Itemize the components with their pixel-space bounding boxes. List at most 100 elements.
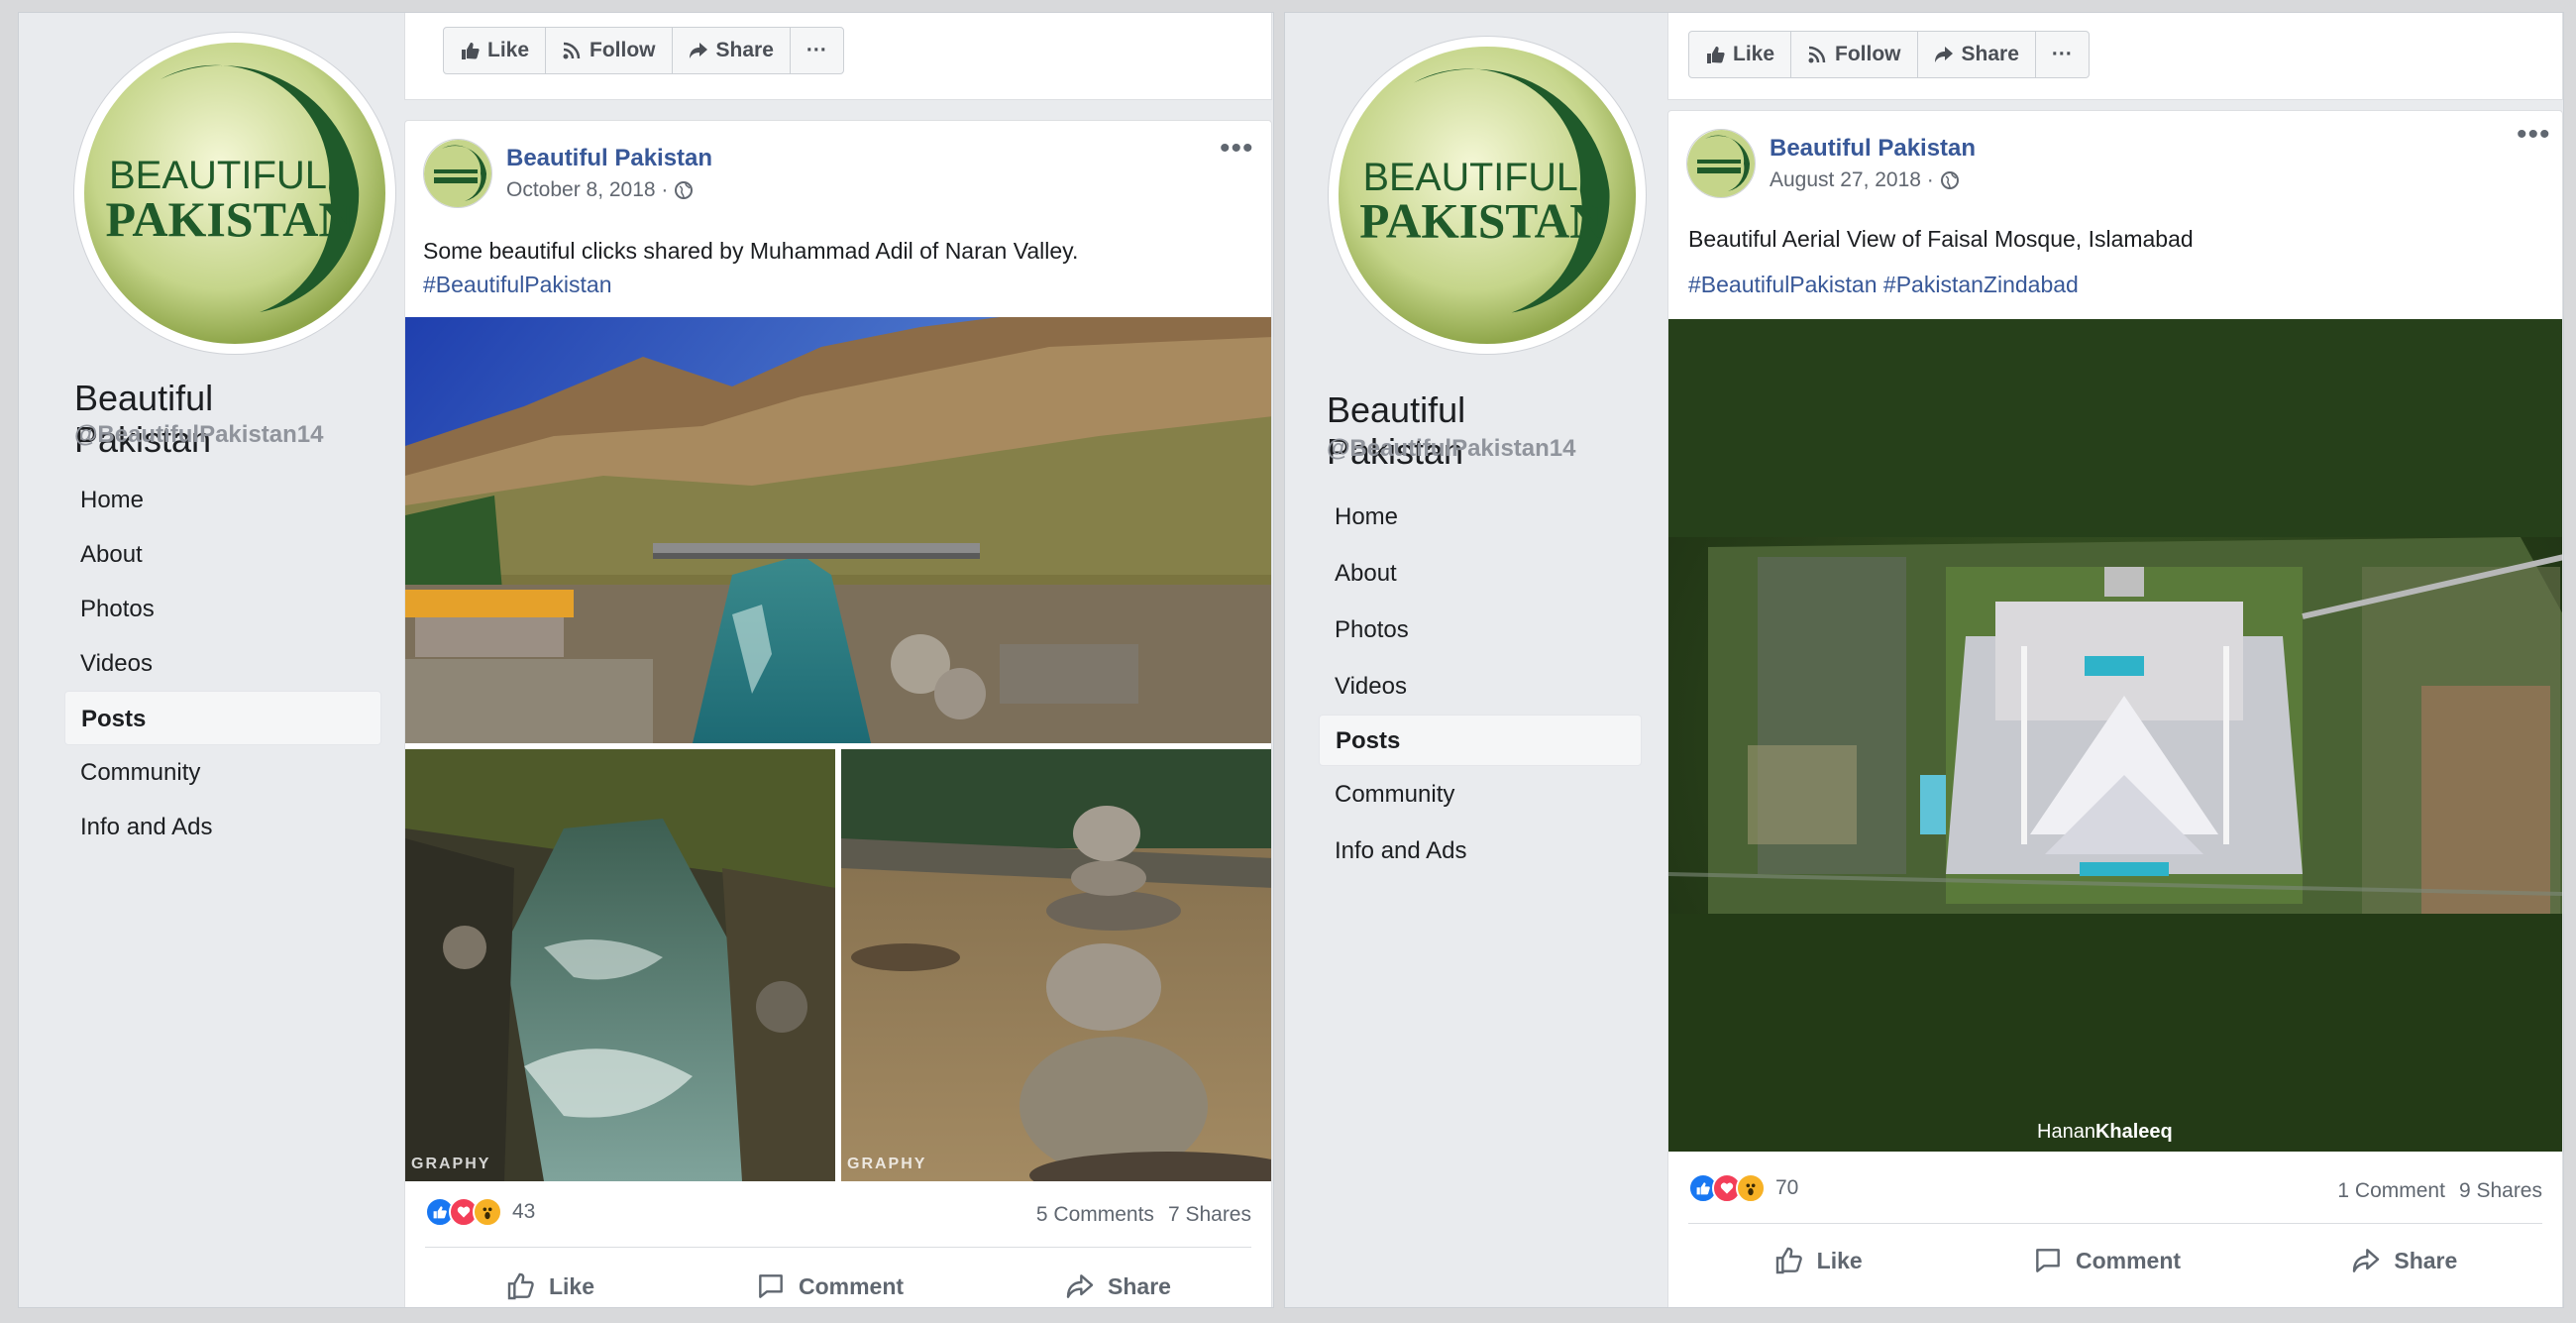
post-photo-river[interactable]: GRAPHY [405, 749, 835, 1181]
post-date-text: August 27, 2018 · [1770, 168, 1934, 191]
post-comment-button[interactable]: Comment [2032, 1235, 2181, 1286]
page-follow-button[interactable]: Follow [1790, 31, 1918, 78]
post-actions: Like Comment Share [1688, 1235, 2542, 1286]
share-arrow-icon [689, 43, 707, 58]
photo-watermark: GRAPHY [411, 1156, 491, 1172]
page-like-button[interactable]: Like [443, 27, 547, 74]
post-options-icon[interactable]: ••• [1220, 134, 1254, 164]
page-like-label: Like [487, 39, 530, 61]
post-author-name[interactable]: Beautiful Pakistan [1770, 135, 1976, 163]
reaction-count: 70 [1775, 1176, 1799, 1199]
photo-watermark: GRAPHY [847, 1156, 927, 1172]
comment-bubble-icon [759, 1274, 783, 1298]
post-text: Some beautiful clicks shared by Muhammad… [423, 238, 1079, 264]
post-share-label: Share [1108, 1272, 1171, 1299]
wow-reaction-icon [1736, 1173, 1766, 1203]
post-hashtags[interactable]: #BeautifulPakistan [423, 268, 612, 301]
page-handle[interactable]: @BeautifulPakistan14 [1327, 435, 1575, 463]
nav-item-photos[interactable]: Photos [1319, 602, 1642, 658]
thumbs-up-icon [1707, 47, 1725, 63]
beautiful-pakistan-logo-small [1687, 130, 1755, 197]
shares-count[interactable]: 9 Shares [2459, 1179, 2542, 1203]
divider [425, 1247, 1251, 1248]
post-like-button[interactable]: Like [1773, 1235, 1863, 1286]
post-author-name[interactable]: Beautiful Pakistan [506, 145, 712, 172]
logo-text-pakistan: PAKISTAN [1359, 193, 1605, 248]
photo-credit-last: Khaleeq [2094, 1121, 2173, 1143]
thumbs-up-outline-icon [507, 1272, 534, 1300]
rss-icon [563, 42, 581, 59]
page-like-label: Like [1733, 43, 1775, 65]
post-hashtags[interactable]: #BeautifulPakistan #PakistanZindabad [1688, 268, 2079, 301]
page-profile-picture[interactable]: BEAUTIFUL PAKISTAN [74, 33, 395, 354]
left-panel: BEAUTIFUL PAKISTAN Beautiful Pakistan @B… [18, 12, 1274, 1308]
post-date[interactable]: August 27, 2018 · [1770, 168, 1960, 192]
nav-item-posts[interactable]: Posts [64, 691, 381, 745]
nav-item-about[interactable]: About [1319, 545, 1642, 602]
page-more-button[interactable]: ··· [2034, 31, 2090, 78]
page-action-bar: Like Follow Share ··· [404, 13, 1272, 100]
page-share-label: Share [1961, 43, 2019, 65]
thumbs-up-icon [462, 43, 480, 59]
photo-credit-first: Hanan [2037, 1121, 2095, 1143]
globe-icon [1940, 171, 1959, 189]
reaction-summary[interactable]: 70 [1688, 1173, 1798, 1203]
post-author-avatar[interactable] [1686, 129, 1756, 198]
wow-reaction-icon [473, 1197, 502, 1227]
post-photo-main[interactable] [405, 317, 1271, 743]
post-like-button[interactable]: Like [505, 1261, 594, 1307]
engagement-stats: 5 Comments 7 Shares [1036, 1203, 1251, 1227]
nav-item-posts[interactable]: Posts [1319, 715, 1642, 766]
post-card: Beautiful Pakistan October 8, 2018 · •••… [404, 120, 1272, 1307]
globe-icon [675, 181, 694, 199]
share-arrow-icon [1934, 47, 1953, 62]
post-author-avatar[interactable] [423, 139, 492, 208]
rss-icon [1808, 46, 1826, 63]
nav-item-info-and-ads[interactable]: Info and Ads [1319, 823, 1642, 879]
post-options-icon[interactable]: ••• [2517, 120, 2551, 150]
page-follow-label: Follow [590, 39, 656, 61]
post-photo-main[interactable]: HananKhaleeq [1668, 319, 2562, 1152]
nav-item-about[interactable]: About [64, 527, 381, 582]
post-share-button[interactable]: Share [2350, 1235, 2457, 1286]
comments-count[interactable]: 5 Comments [1036, 1203, 1154, 1227]
comments-count[interactable]: 1 Comment [2337, 1179, 2445, 1203]
reaction-summary[interactable]: 43 [425, 1197, 535, 1227]
post-photo-stones[interactable]: GRAPHY [841, 749, 1271, 1181]
nav-item-videos[interactable]: Videos [64, 636, 381, 691]
page-follow-button[interactable]: Follow [545, 27, 673, 74]
right-panel: BEAUTIFUL PAKISTAN Beautiful Pakistan @B… [1284, 12, 2564, 1308]
faisal-mosque-aerial-photo-image [1668, 319, 2562, 1152]
nav-item-community[interactable]: Community [1319, 766, 1642, 823]
logo-text-pakistan: PAKISTAN [106, 191, 355, 247]
page-share-button[interactable]: Share [1916, 31, 2036, 78]
post-share-button[interactable]: Share [1064, 1261, 1171, 1307]
beautiful-pakistan-logo: BEAUTIFUL PAKISTAN [84, 43, 385, 344]
shares-count[interactable]: 7 Shares [1168, 1203, 1251, 1227]
page-profile-picture[interactable]: BEAUTIFUL PAKISTAN [1329, 37, 1646, 354]
share-arrow-outline-icon [2353, 1249, 2380, 1272]
nav-item-community[interactable]: Community [64, 745, 381, 800]
comment-bubble-icon [2036, 1249, 2060, 1272]
post-actions: Like Comment Share [425, 1261, 1251, 1307]
post-date[interactable]: October 8, 2018 · [506, 178, 694, 202]
nav-item-info-and-ads[interactable]: Info and Ads [64, 800, 381, 854]
post-date-text: October 8, 2018 · [506, 178, 669, 201]
nav-item-home[interactable]: Home [1319, 489, 1642, 545]
post-comment-button[interactable]: Comment [755, 1261, 904, 1307]
page-share-label: Share [715, 39, 774, 61]
post-card: Beautiful Pakistan August 27, 2018 · •••… [1667, 110, 2563, 1307]
photo-credit: HananKhaleeq [2037, 1121, 2173, 1144]
nav-item-home[interactable]: Home [64, 473, 381, 527]
river-rapids-photo-image [405, 749, 835, 1181]
page-handle[interactable]: @BeautifulPakistan14 [74, 421, 323, 449]
page-like-button[interactable]: Like [1688, 31, 1792, 78]
nav-item-photos[interactable]: Photos [64, 582, 381, 636]
beautiful-pakistan-logo-small [424, 140, 491, 207]
page-more-button[interactable]: ··· [789, 27, 844, 74]
page-share-button[interactable]: Share [671, 27, 791, 74]
nav-item-videos[interactable]: Videos [1319, 658, 1642, 715]
reaction-count: 43 [512, 1200, 536, 1223]
post-text: Beautiful Aerial View of Faisal Mosque, … [1688, 226, 2194, 252]
logo-text-beautiful: BEAUTIFUL [1363, 156, 1578, 199]
